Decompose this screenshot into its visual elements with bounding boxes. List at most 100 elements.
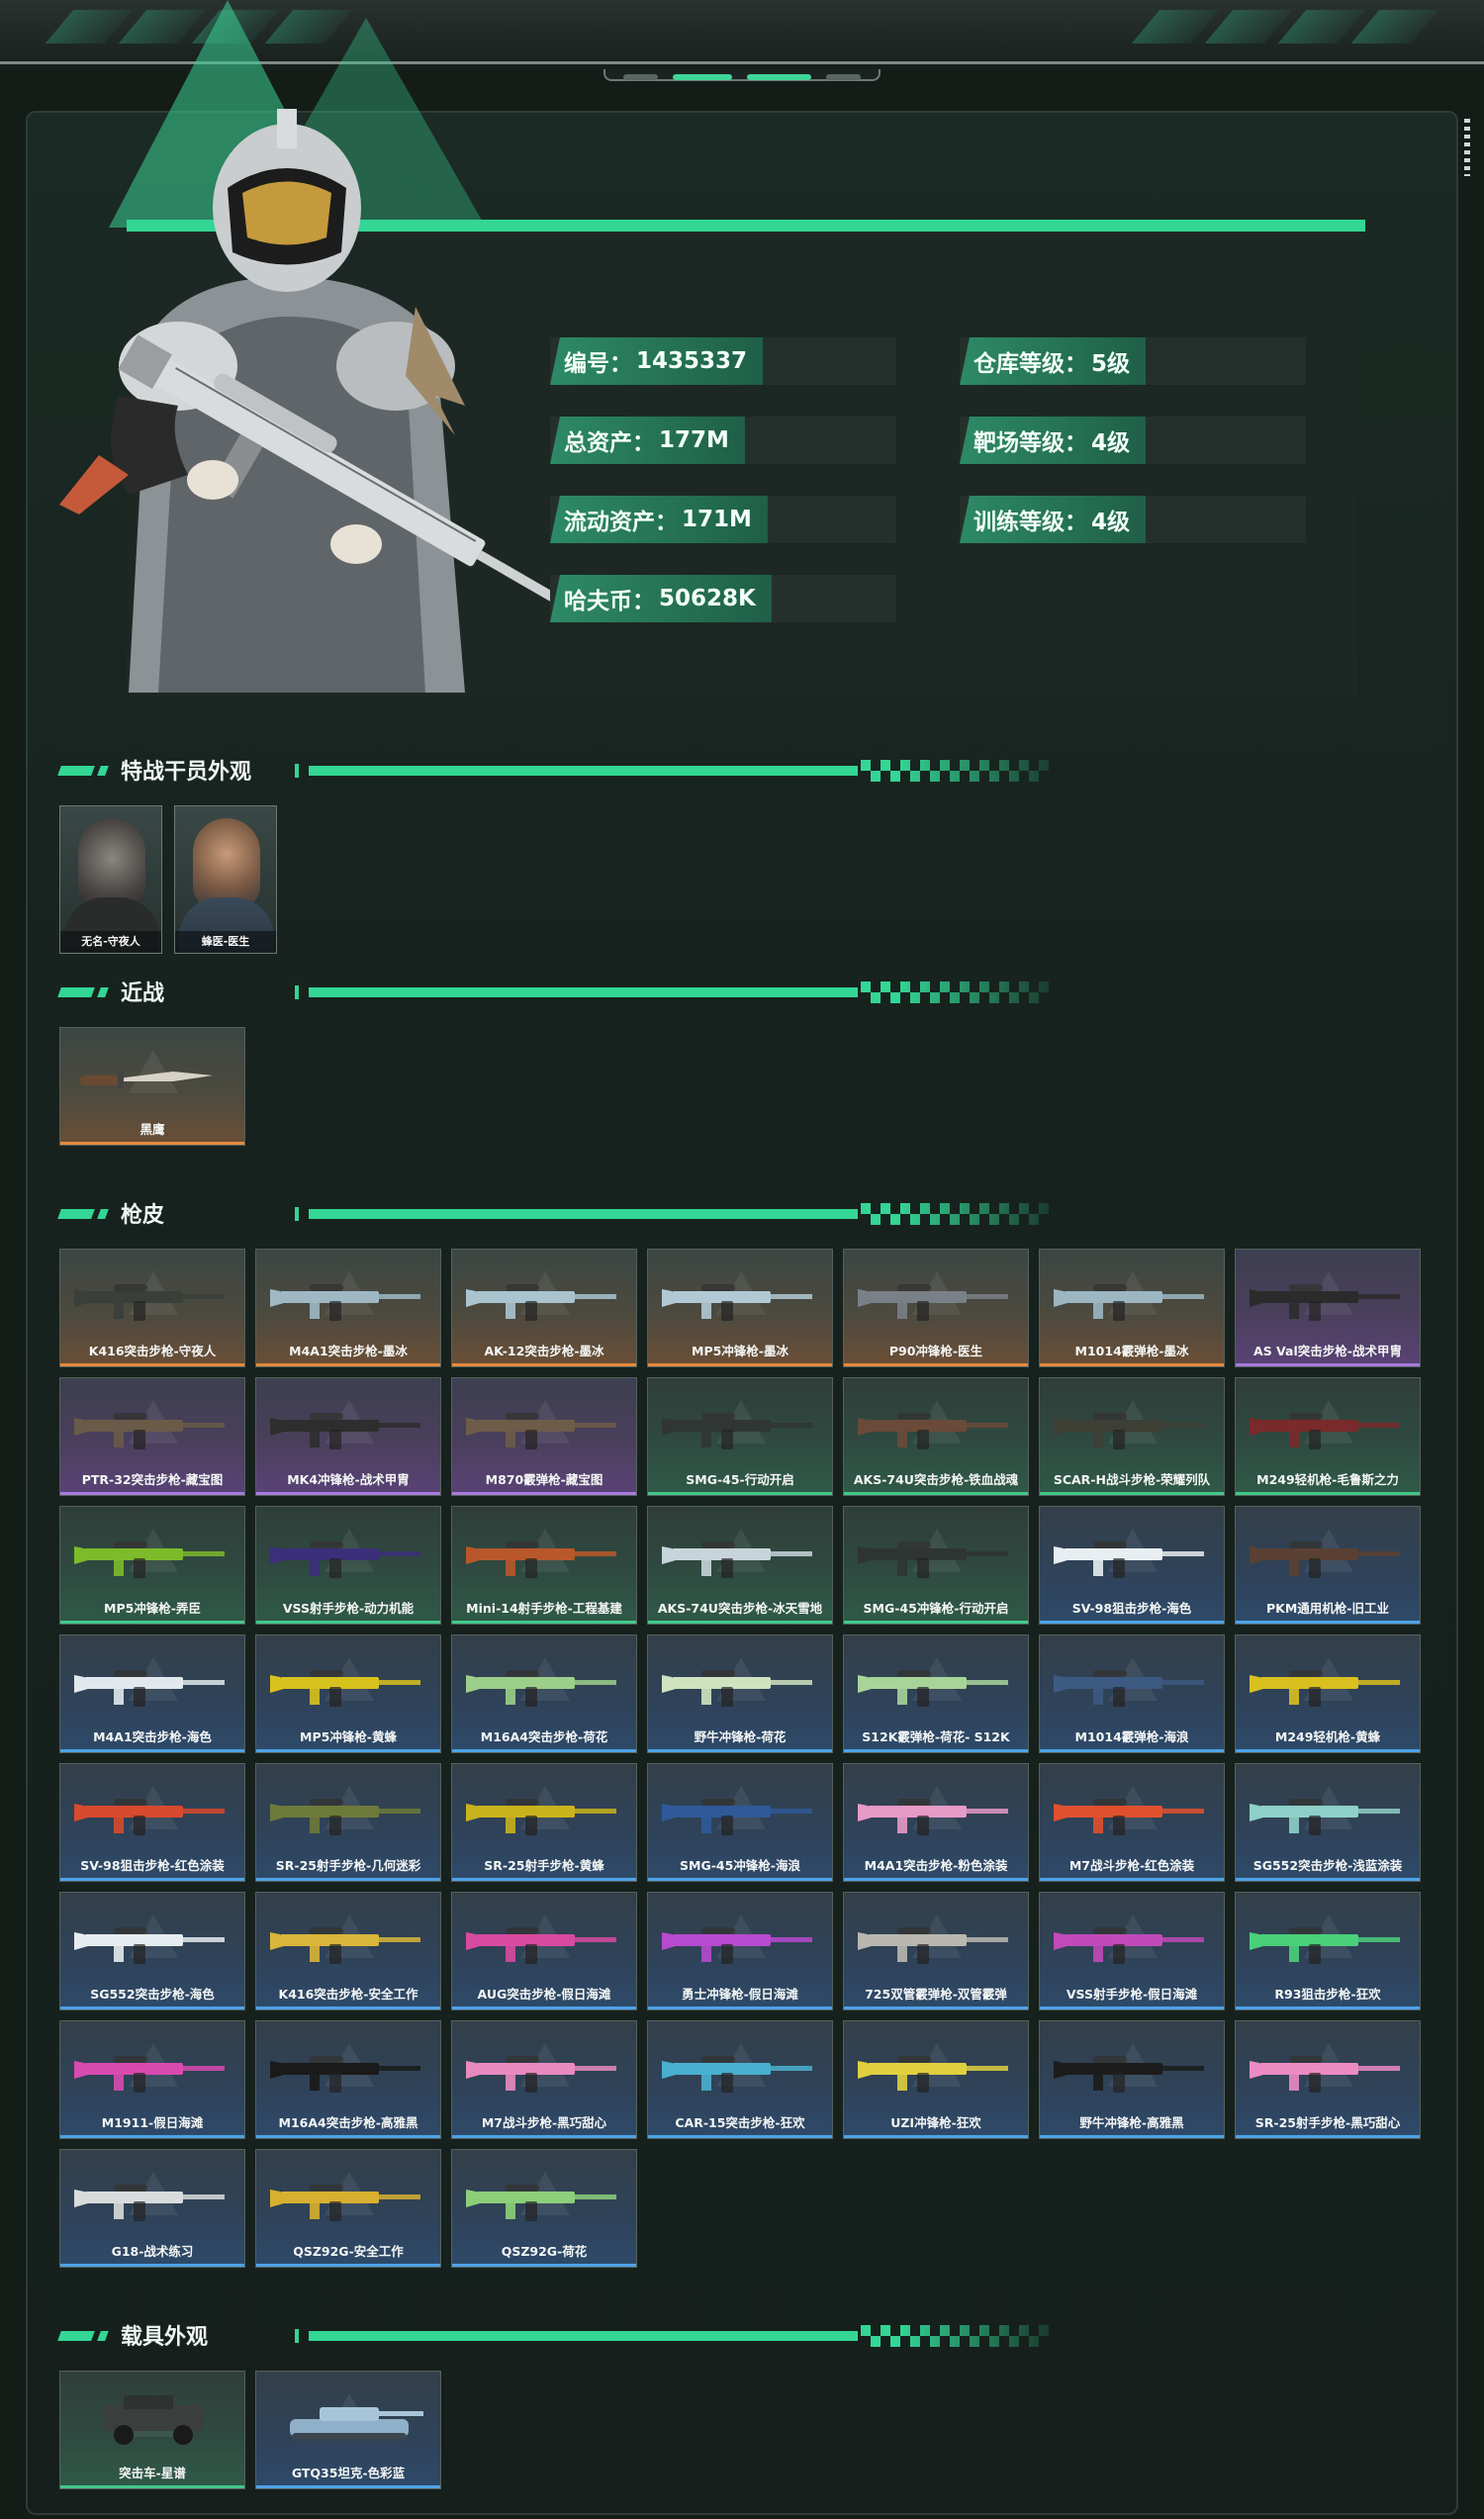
weapon-skin-card[interactable]: MP5冲锋枪-黄蜂 [255,1634,441,1753]
weapon-skin-card[interactable]: SR-25射手步枪-几何迷彩 [255,1763,441,1882]
weapon-skin-name: CAR-15突击步枪-狂欢 [675,2115,805,2130]
weapon-skin-card[interactable]: 勇士冲锋枪-假日海滩 [647,1892,833,2010]
weapon-skin-card[interactable]: SG552突击步枪-海色 [59,1892,245,2010]
weapon-skin-card[interactable]: M1014霰弹枪-墨冰 [1039,1249,1225,1367]
weapon-skin-card[interactable]: QSZ92G-安全工作 [255,2149,441,2268]
weapon-skin-card[interactable]: SCAR-H战斗步枪-荣耀列队 [1039,1377,1225,1496]
weapon-skin-name: M4A1突击步枪-海色 [93,1729,212,1744]
section-header-vehicles: 载具外观 [57,2319,1049,2350]
weapon-skin-card[interactable]: SMG-45冲锋枪-行动开启 [843,1506,1029,1625]
weapon-skin-card[interactable]: CAR-15突击步枪-狂欢 [647,2020,833,2139]
rifle-icon [270,2056,420,2093]
weapon-skin-card[interactable]: SV-98狙击步枪-红色涂装 [59,1763,245,1882]
weapon-skin-card[interactable]: M870霰弹枪-藏宝图 [451,1377,637,1496]
weapon-skin-card[interactable]: MP5冲锋枪-墨冰 [647,1249,833,1367]
weapon-skin-card[interactable]: MK4冲锋枪-战术甲胄 [255,1377,441,1496]
weapon-skin-card[interactable]: AKS-74U突击步枪-冰天雪地 [647,1506,833,1625]
weapon-skin-name: QSZ92G-荷花 [501,2244,588,2259]
weapon-skin-name: SV-98狙击步枪-红色涂装 [80,1858,225,1873]
rifle-icon [466,1670,616,1707]
weapon-skin-card[interactable]: M4A1突击步枪-海色 [59,1634,245,1753]
stat-liquid-assets-value: 171M [682,507,752,532]
weapon-skin-name: 野牛冲锋枪-荷花 [694,1729,787,1744]
weapon-skin-name: MP5冲锋枪-黄蜂 [300,1729,397,1744]
armored-car-icon [104,2395,203,2445]
weapon-skin-name: M249轻机枪-黄蜂 [1274,1729,1381,1744]
weapon-skin-card[interactable]: G18-战术练习 [59,2149,245,2268]
weapon-skin-card[interactable]: M1014霰弹枪-海浪 [1039,1634,1225,1753]
rifle-icon [1250,1413,1400,1449]
weapon-skin-card[interactable]: SR-25射手步枪-黑巧甜心 [1235,2020,1421,2139]
vehicle-skin-name: GTQ35坦克-色彩蓝 [291,2466,406,2480]
operator-skin-card[interactable]: 蜂医-医生 [174,805,277,954]
weapon-skin-card[interactable]: MP5冲锋枪-弄臣 [59,1506,245,1625]
weapon-skin-card[interactable]: M16A4突击步枪-高雅黑 [255,2020,441,2139]
rifle-icon [858,1927,1008,1964]
tank-icon [290,2407,423,2441]
weapon-skin-card[interactable]: M4A1突击步枪-墨冰 [255,1249,441,1367]
weapon-skin-card[interactable]: R93狙击步枪-狂欢 [1235,1892,1421,2010]
weapon-skin-name: M870霰弹枪-藏宝图 [485,1472,603,1487]
stat-havoc-coins-label: 哈夫币： [564,589,655,614]
weapon-skin-name: K416突击步枪-安全工作 [278,1987,418,2002]
stat-total-assets-value: 177M [659,427,729,453]
rifle-icon [858,1284,1008,1321]
weapon-skin-card[interactable]: SV-98狙击步枪-海色 [1039,1506,1225,1625]
weapon-skin-card[interactable]: SR-25射手步枪-黄蜂 [451,1763,637,1882]
weapon-skin-name: R93狙击步枪-狂欢 [1274,1987,1381,2002]
weapon-skin-name: M4A1突击步枪-粉色涂装 [864,1858,1008,1873]
weapon-skin-name: SMG-45冲锋枪-海浪 [680,1858,800,1873]
weapon-skin-card[interactable]: AS Val突击步枪-战术甲胄 [1235,1249,1421,1367]
weapon-skin-card[interactable]: AK-12突击步枪-墨冰 [451,1249,637,1367]
rifle-icon [662,1670,812,1707]
weapon-skin-card[interactable]: S12K霰弹枪-荷花- S12K [843,1634,1029,1753]
operator-skin-card[interactable]: 无名-守夜人 [59,805,162,954]
rifle-icon [1054,1670,1204,1707]
rifle-icon [1250,1799,1400,1835]
weapon-skin-name: M7战斗步枪-红色涂装 [1068,1858,1195,1873]
weapon-skin-card[interactable]: AUG突击步枪-假日海滩 [451,1892,637,2010]
weapon-skin-card[interactable]: SMG-45冲锋枪-海浪 [647,1763,833,1882]
weapon-skin-card[interactable]: AKS-74U突击步枪-铁血战魂 [843,1377,1029,1496]
weapon-skin-card[interactable]: UZI冲锋枪-狂欢 [843,2020,1029,2139]
scroll-handle-dots[interactable] [1464,119,1470,176]
weapon-skin-card[interactable]: VSS射手步枪-动力机能 [255,1506,441,1625]
rifle-icon [270,2185,420,2221]
rifle-icon [662,1799,812,1835]
vehicle-skin-card[interactable]: GTQ35坦克-色彩蓝 [255,2371,441,2489]
weapon-skin-card[interactable]: M1911-假日海滩 [59,2020,245,2139]
weapon-skin-card[interactable]: K416突击步枪-安全工作 [255,1892,441,2010]
weapon-skin-card[interactable]: M249轻机枪-毛鲁斯之力 [1235,1377,1421,1496]
weapon-skin-card[interactable]: SMG-45-行动开启 [647,1377,833,1496]
weapon-skin-card[interactable]: K416突击步枪-守夜人 [59,1249,245,1367]
weapon-skin-card[interactable]: M7战斗步枪-黑巧甜心 [451,2020,637,2139]
melee-skin-card[interactable]: 黑鹰 [59,1027,245,1146]
header-stripes-right [1131,10,1439,44]
weapon-skin-card[interactable]: 725双管霰弹枪-双管霰弹 [843,1892,1029,2010]
weapon-skin-card[interactable]: PTR-32突击步枪-藏宝图 [59,1377,245,1496]
weapon-skin-card[interactable]: M16A4突击步枪-荷花 [451,1634,637,1753]
rifle-icon [858,1670,1008,1707]
weapon-skin-name: M16A4突击步枪-高雅黑 [278,2115,418,2130]
weapon-skin-card[interactable]: PKM通用机枪-旧工业 [1235,1506,1421,1625]
rifle-icon [466,1413,616,1449]
weapon-skin-card[interactable]: M7战斗步枪-红色涂装 [1039,1763,1225,1882]
vehicle-skin-card[interactable]: 突击车-星谱 [59,2371,245,2489]
rifle-icon [270,1541,420,1578]
rifle-icon [74,1541,225,1578]
weapon-skin-card[interactable]: Mini-14射手步枪-工程基建 [451,1506,637,1625]
weapon-skin-card[interactable]: QSZ92G-荷花 [451,2149,637,2268]
weapon-skin-card[interactable]: P90冲锋枪-医生 [843,1249,1029,1367]
weapon-skin-card[interactable]: SG552突击步枪-浅蓝涂装 [1235,1763,1421,1882]
rifle-icon [1250,1670,1400,1707]
rifle-icon [466,1541,616,1578]
weapon-skin-card[interactable]: M4A1突击步枪-粉色涂装 [843,1763,1029,1882]
section-title-weapons: 枪皮 [121,1203,165,1228]
weapon-skin-name: S12K霰弹枪-荷花- S12K [862,1729,1010,1744]
weapon-skin-card[interactable]: M249轻机枪-黄蜂 [1235,1634,1421,1753]
vehicle-skin-name: 突击车-星谱 [119,2466,186,2480]
weapon-skin-card[interactable]: VSS射手步枪-假日海滩 [1039,1892,1225,2010]
weapon-skin-card[interactable]: 野牛冲锋枪-高雅黑 [1039,2020,1225,2139]
section-title-vehicles: 载具外观 [121,2325,209,2350]
weapon-skin-card[interactable]: 野牛冲锋枪-荷花 [647,1634,833,1753]
